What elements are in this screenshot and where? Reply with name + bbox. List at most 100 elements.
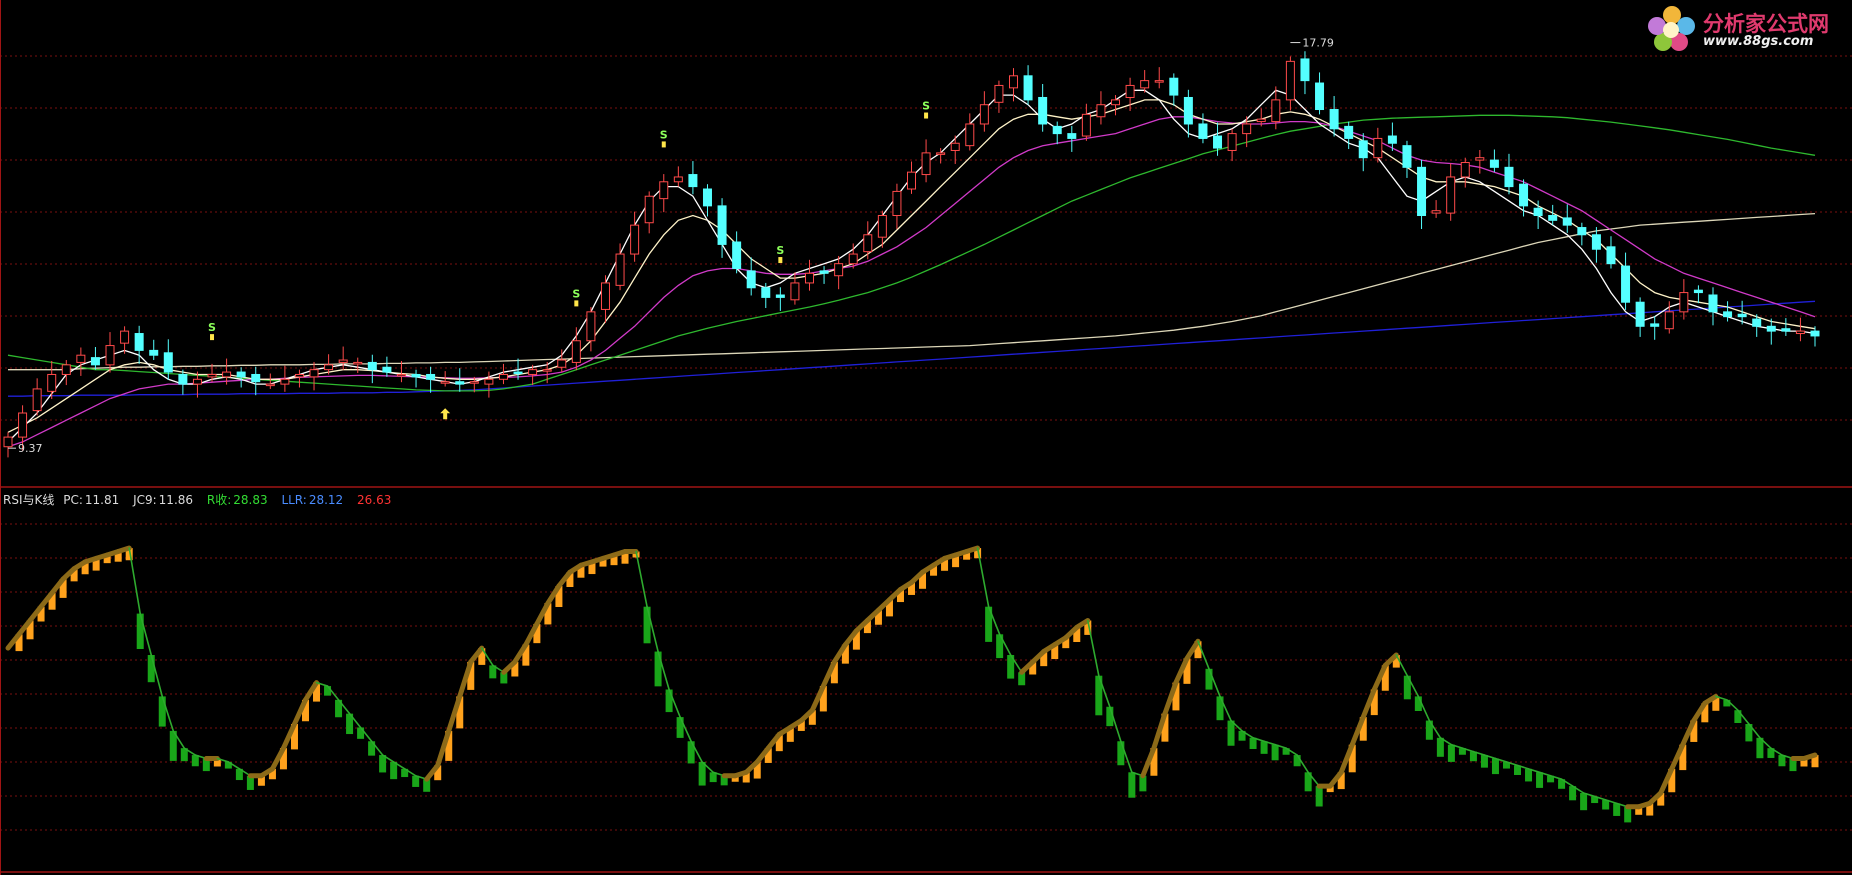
candle-down: [1358, 140, 1368, 159]
candle-down: [1737, 313, 1747, 318]
candle-up: [265, 383, 275, 387]
candle-down: [382, 366, 392, 373]
candle-down: [1387, 135, 1397, 144]
candle-down: [1402, 145, 1412, 168]
candle-down: [367, 361, 377, 371]
candle-down: [1533, 207, 1543, 217]
rsi-bar-down: [1260, 741, 1268, 754]
sell-signal-arrow: [924, 112, 929, 119]
candle-down: [1723, 311, 1733, 318]
legend-item-rclose: R收: 28.83: [206, 493, 268, 507]
candle-up: [294, 373, 304, 378]
rsi-line-segment: [115, 545, 132, 554]
candle-up: [877, 215, 887, 238]
chart-background: [0, 0, 1852, 875]
candle-up: [207, 373, 217, 378]
candle-up: [1009, 75, 1019, 89]
candle-up: [469, 381, 479, 384]
candle-down: [251, 373, 261, 383]
rsi-bar-down: [1613, 803, 1621, 816]
candle-up: [907, 171, 916, 190]
rsi-bar-down: [1436, 737, 1444, 757]
candle-down: [717, 205, 727, 245]
candle-up: [1475, 157, 1485, 161]
candle-up: [324, 364, 334, 371]
candle-down: [819, 270, 829, 274]
sell-signal-mark: S: [208, 321, 216, 334]
candle-up: [630, 224, 640, 255]
candle-up: [1111, 99, 1121, 106]
candle-up: [1285, 60, 1295, 101]
candle-up: [32, 388, 42, 412]
rsi-line-segment: [964, 545, 981, 554]
candle-up: [192, 378, 202, 385]
candle-up: [542, 369, 552, 372]
candle-down: [1591, 234, 1601, 250]
rsi-bar-down: [390, 761, 398, 780]
candle-up: [1096, 104, 1106, 118]
legend-item-pc: PC: 11.81: [63, 493, 120, 507]
rsi-bar-down: [1480, 755, 1488, 768]
high-price-label: 17.79: [1302, 37, 1334, 50]
candle-up: [644, 195, 654, 224]
candle-up: [790, 282, 800, 301]
candle-up: [47, 373, 57, 392]
candle-down: [1548, 215, 1558, 221]
candle-down: [513, 371, 523, 375]
rsi-bar-down: [1447, 744, 1455, 762]
candle-down: [1650, 323, 1660, 327]
candle-down: [688, 174, 698, 188]
candle-up: [61, 364, 71, 375]
candle-down: [761, 287, 771, 298]
candle-down: [1810, 330, 1820, 337]
candle-up: [834, 263, 844, 277]
site-logo[interactable]: 分析家公式网 www.88gs.com: [1645, 4, 1850, 54]
chart-stage: 17.79 9.37 S S S S S: [0, 0, 1852, 875]
candle-down: [1519, 183, 1529, 207]
rsi-bar-down: [1271, 744, 1279, 761]
candle-down: [746, 270, 756, 289]
candle-down: [1300, 58, 1310, 82]
logo-url: www.88gs.com: [1703, 34, 1814, 49]
candle-down: [1213, 135, 1223, 149]
candle-down: [134, 333, 144, 351]
candle-up: [18, 412, 28, 438]
rsi-bar-down: [1580, 793, 1588, 811]
candle-up: [1125, 84, 1135, 98]
candle-up: [528, 369, 538, 375]
candle-up: [1154, 80, 1164, 83]
sell-signal-arrow: [574, 300, 579, 307]
rsi-bar-down: [1227, 720, 1235, 746]
rsi-bar-down: [1778, 755, 1786, 767]
candle-down: [1344, 125, 1354, 139]
candle-up: [120, 330, 130, 344]
rsi-bar-down: [324, 686, 332, 696]
rsi-bar-down: [643, 606, 651, 644]
sell-signal-mark: S: [776, 244, 784, 257]
candle-up: [1446, 176, 1456, 214]
candle-up: [965, 123, 975, 147]
candle-up: [1227, 133, 1237, 151]
candle-down: [1562, 217, 1572, 226]
rsi-bar-down: [147, 655, 155, 683]
flower-logo-icon: [1648, 6, 1695, 51]
candle-down: [1183, 96, 1193, 125]
candle-down: [775, 294, 785, 298]
rsi-bar-down: [1249, 737, 1257, 749]
candle-up: [600, 282, 610, 310]
candle-up: [353, 361, 363, 365]
candle-up: [280, 378, 290, 385]
indicator-legend: RSI与K线 PC: 11.81 JC9: 11.86 R收: 28.83 LLR: 2…: [3, 491, 401, 508]
sell-signal-mark: S: [660, 128, 668, 141]
rsi-bar-down: [136, 613, 144, 649]
candle-down: [455, 381, 465, 385]
candle-down: [1621, 265, 1631, 303]
candle-down: [411, 373, 421, 378]
candle-down: [178, 373, 188, 385]
candle-down: [1708, 294, 1718, 313]
candle-up: [848, 253, 858, 265]
sell-signal-mark: S: [922, 100, 930, 113]
candle-up: [1460, 162, 1470, 178]
candle-down: [163, 352, 173, 373]
candle-down: [1489, 159, 1499, 168]
